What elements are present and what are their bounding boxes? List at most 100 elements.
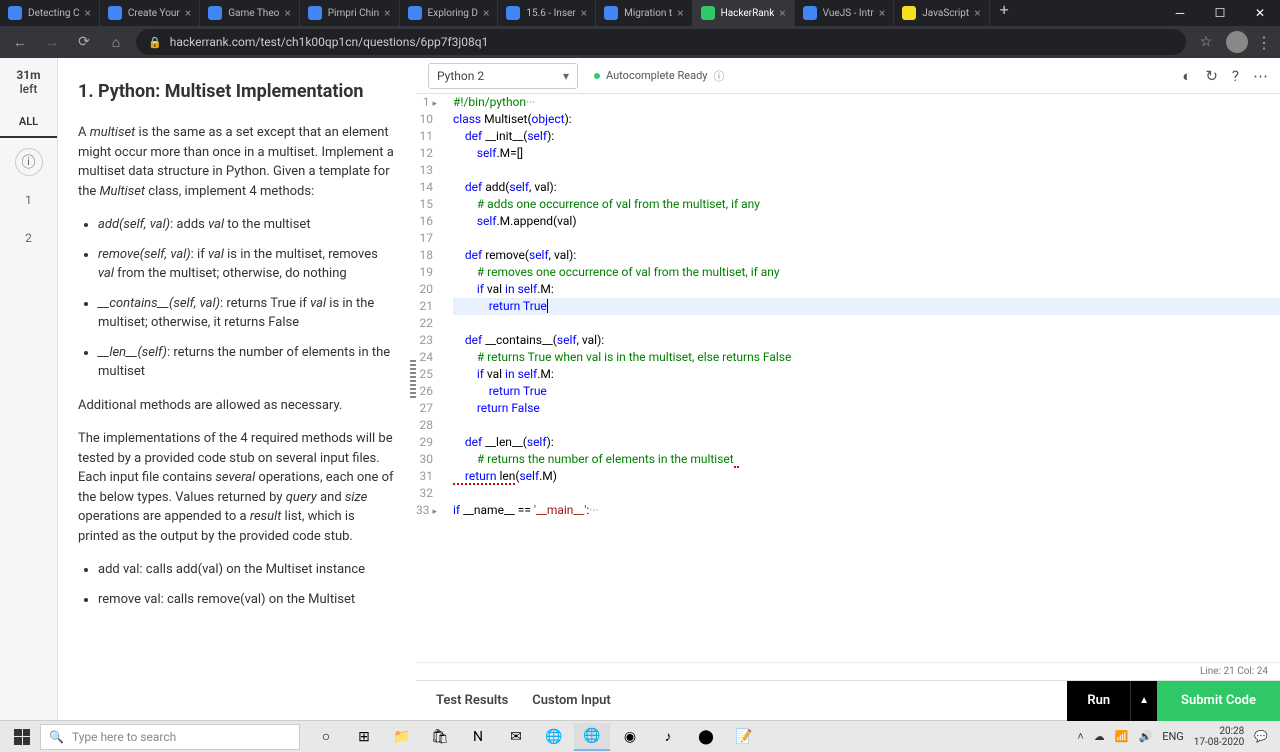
close-icon[interactable]: × <box>284 6 290 20</box>
cloud-icon[interactable]: ☁ <box>1094 730 1105 743</box>
url-text: hackerrank.com/test/ch1k00qp1cn/question… <box>170 35 489 49</box>
new-tab-button[interactable]: + <box>990 0 1019 26</box>
sidebar-all[interactable]: ALL <box>0 107 57 138</box>
app-icon-2[interactable]: ◉ <box>612 723 648 751</box>
close-icon[interactable]: × <box>879 6 885 20</box>
wifi-icon[interactable]: 📶 <box>1115 730 1129 743</box>
tab-5[interactable]: 15.6 - Inser× <box>498 0 596 26</box>
run-button[interactable]: Run <box>1067 681 1130 721</box>
tab-6[interactable]: Migration t× <box>596 0 693 26</box>
url-input[interactable]: 🔒 hackerrank.com/test/ch1k00qp1cn/questi… <box>136 29 1186 55</box>
obs-icon[interactable]: ⬤ <box>688 723 724 751</box>
info-icon[interactable]: ⓘ <box>15 148 43 176</box>
tab-8[interactable]: VueJS - Intr× <box>795 0 895 26</box>
question-nav-2[interactable]: 2 <box>15 224 43 252</box>
close-icon[interactable]: × <box>677 6 683 20</box>
problem-description[interactable]: 1. Python: Multiset Implementation A mul… <box>58 58 416 720</box>
favicon <box>803 6 817 20</box>
edge-icon[interactable]: 🌐 <box>574 723 610 751</box>
notifications-icon[interactable]: 💬 <box>1254 730 1268 743</box>
reset-icon[interactable]: ↻ <box>1205 67 1218 85</box>
panel-resize-handle[interactable] <box>410 358 416 398</box>
question-nav-1[interactable]: 1 <box>15 186 43 214</box>
bookmark-icon[interactable]: ☆ <box>1194 30 1218 54</box>
lock-icon: 🔒 <box>148 36 162 49</box>
tab-2[interactable]: Game Theo× <box>200 0 300 26</box>
browser-menu-button[interactable]: ⋮ <box>1256 33 1272 52</box>
bottom-bar: Test Results Custom Input Run ▲ Submit C… <box>416 680 1280 720</box>
status-dot-icon <box>594 73 600 79</box>
taskbar-search[interactable]: 🔍 Type here to search <box>40 724 300 750</box>
close-icon[interactable]: × <box>581 6 587 20</box>
question-sidebar: 31m left ALL ⓘ 1 2 <box>0 58 58 720</box>
autocomplete-status: Autocomplete Ready ⓘ <box>594 68 724 84</box>
close-icon[interactable]: × <box>483 6 489 20</box>
clock[interactable]: 20:28 17-08-2020 <box>1194 726 1245 748</box>
tab-0[interactable]: Detecting C× <box>0 0 100 26</box>
app-icon-3[interactable]: ♪ <box>650 723 686 751</box>
more-icon[interactable]: ⋯ <box>1253 67 1268 85</box>
problem-title: 1. Python: Multiset Implementation <box>78 78 396 105</box>
window-controls: ─ ☐ ✕ <box>1160 0 1280 26</box>
tab-4[interactable]: Exploring D× <box>400 0 499 26</box>
close-icon[interactable]: × <box>185 6 191 20</box>
close-icon[interactable]: × <box>85 6 91 20</box>
submit-button[interactable]: Submit Code <box>1157 681 1280 721</box>
windows-logo-icon <box>14 729 30 745</box>
minimize-button[interactable]: ─ <box>1160 0 1200 26</box>
close-icon[interactable]: × <box>974 6 980 20</box>
code-body[interactable]: #!/bin/python··· class Multiset(object):… <box>453 94 1280 662</box>
task-view-icon[interactable]: ⊞ <box>346 723 382 751</box>
favicon <box>208 6 222 20</box>
forward-button[interactable]: → <box>40 30 64 54</box>
language-select[interactable]: Python 2 <box>428 63 578 89</box>
favicon <box>408 6 422 20</box>
language-indicator[interactable]: ENG <box>1162 730 1184 743</box>
help-icon[interactable]: ? <box>1232 67 1239 85</box>
tray-chevron-icon[interactable]: ˄ <box>1077 730 1083 743</box>
cortana-icon[interactable]: ○ <box>308 723 344 751</box>
browser-tab-strip: Detecting C× Create Your× Game Theo× Pim… <box>0 0 1280 26</box>
tabs-container: Detecting C× Create Your× Game Theo× Pim… <box>0 0 1160 26</box>
reload-button[interactable]: ⟳ <box>72 30 96 54</box>
close-icon[interactable]: × <box>779 6 785 20</box>
run-dropdown[interactable]: ▲ <box>1130 681 1157 721</box>
tab-9[interactable]: JavaScript× <box>894 0 989 26</box>
close-window-button[interactable]: ✕ <box>1240 0 1280 26</box>
tab-1[interactable]: Create Your× <box>100 0 200 26</box>
theme-icon[interactable]: ◐ <box>1182 67 1191 85</box>
profile-avatar[interactable] <box>1226 31 1248 53</box>
file-explorer-icon[interactable]: 📁 <box>384 723 420 751</box>
close-icon[interactable]: × <box>384 6 390 20</box>
system-tray: ˄ ☁ 📶 🔊 ENG 20:28 17-08-2020 💬 <box>1077 726 1276 748</box>
home-button[interactable]: ⌂ <box>104 30 128 54</box>
address-bar: ← → ⟳ ⌂ 🔒 hackerrank.com/test/ch1k00qp1c… <box>0 26 1280 58</box>
code-editor[interactable]: 1 ▸ 10 11 12 13 14 15 16 17 18 19 20 21 … <box>416 94 1280 662</box>
timer: 31m left <box>16 68 40 97</box>
windows-taskbar: 🔍 Type here to search ○ ⊞ 📁 🛍 N ✉ 🌐 🌐 ◉ … <box>0 720 1280 752</box>
store-icon[interactable]: 🛍 <box>422 723 458 751</box>
app-icon[interactable]: 🌐 <box>536 723 572 751</box>
tab-test-results[interactable]: Test Results <box>436 693 508 708</box>
editor-area: Python 2 Autocomplete Ready ⓘ ◐ ↻ ? ⋯ 1 … <box>416 58 1280 720</box>
back-button[interactable]: ← <box>8 30 32 54</box>
notepad-icon[interactable]: N <box>460 723 496 751</box>
info-icon[interactable]: ⓘ <box>713 68 724 84</box>
tab-3[interactable]: Pimpri Chin× <box>300 0 400 26</box>
favicon <box>701 6 715 20</box>
line-gutter: 1 ▸ 10 11 12 13 14 15 16 17 18 19 20 21 … <box>416 94 453 662</box>
favicon <box>604 6 618 20</box>
mail-icon[interactable]: ✉ <box>498 723 534 751</box>
favicon <box>8 6 22 20</box>
editor-toolbar: Python 2 Autocomplete Ready ⓘ ◐ ↻ ? ⋯ <box>416 58 1280 94</box>
tab-custom-input[interactable]: Custom Input <box>532 693 610 708</box>
volume-icon[interactable]: 🔊 <box>1139 730 1153 743</box>
favicon <box>108 6 122 20</box>
tab-7-active[interactable]: HackerRank× <box>693 0 795 26</box>
editor-status-bar: Line: 21 Col: 24 <box>416 662 1280 680</box>
notepad-app-icon[interactable]: 📝 <box>726 723 762 751</box>
search-icon: 🔍 <box>49 730 64 744</box>
maximize-button[interactable]: ☐ <box>1200 0 1240 26</box>
favicon <box>902 6 916 20</box>
start-button[interactable] <box>4 723 40 751</box>
